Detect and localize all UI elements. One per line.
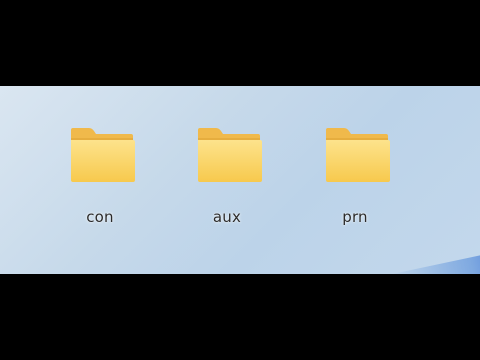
folder-label: con xyxy=(86,208,114,226)
folder-icon xyxy=(198,128,262,182)
folder-label: prn xyxy=(342,208,368,226)
folder-icon xyxy=(326,128,390,182)
folder-item-con[interactable]: con xyxy=(55,124,145,244)
folder-icon xyxy=(71,128,135,182)
folder-label: aux xyxy=(212,208,242,226)
video-frame: con aux prn xyxy=(0,0,480,360)
folder-item-prn[interactable]: prn xyxy=(310,124,400,244)
wallpaper-accent xyxy=(388,249,480,274)
folder-item-aux[interactable]: aux xyxy=(182,124,272,244)
desktop[interactable]: con aux prn xyxy=(0,86,480,274)
